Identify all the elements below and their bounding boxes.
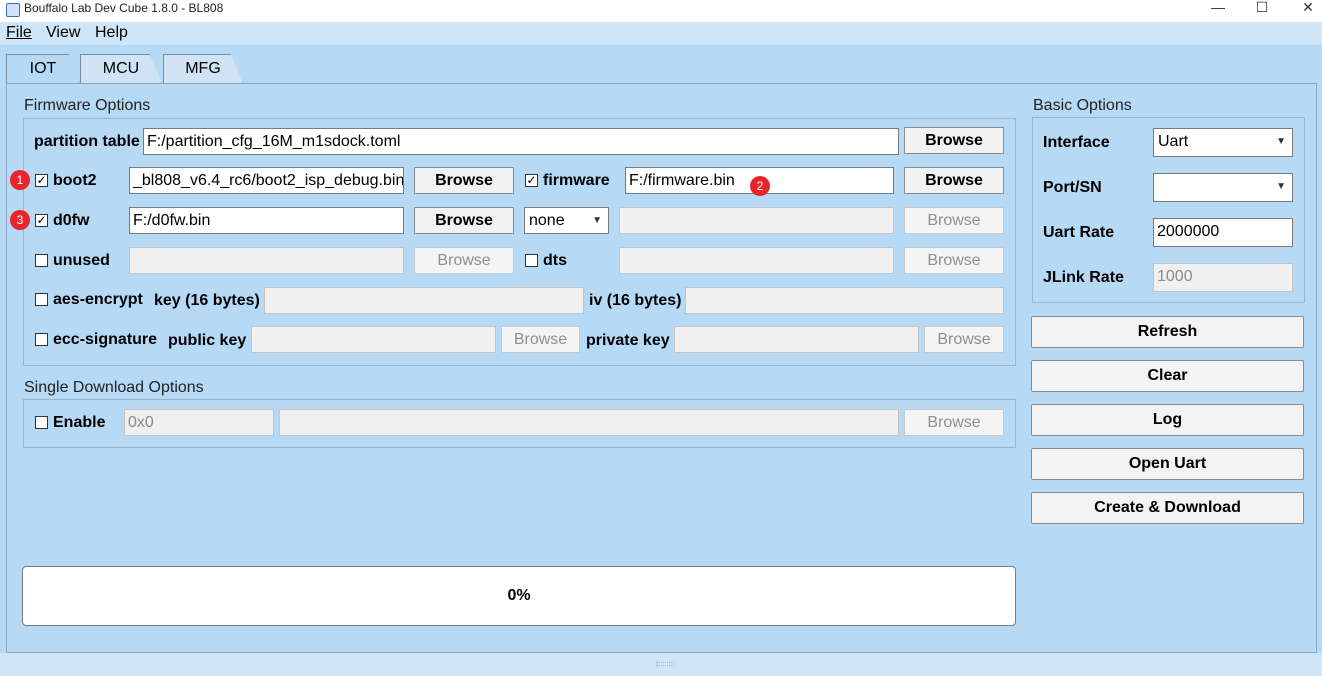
annotation-badge-1: 1	[10, 170, 30, 190]
jlink-rate-input[interactable]: 1000	[1153, 263, 1293, 292]
ecc-signature-label: ecc-signature	[53, 331, 158, 348]
tab-mcu[interactable]: MCU	[80, 54, 162, 84]
firmware-checkbox[interactable]: ✓	[525, 174, 538, 187]
menu-help[interactable]: Help	[95, 24, 128, 42]
create-download-button[interactable]: Create & Download	[1031, 492, 1304, 524]
partition-table-input[interactable]: F:/partition_cfg_16M_m1sdock.toml	[143, 128, 899, 155]
aes-iv-input[interactable]	[685, 287, 1004, 314]
dts-checkbox[interactable]	[525, 254, 538, 267]
aes-encrypt-checkbox[interactable]	[35, 293, 48, 306]
dts-browse-button[interactable]: Browse	[904, 247, 1004, 274]
basic-options-title: Basic Options	[1033, 97, 1132, 114]
core-select-value: none	[529, 212, 565, 229]
boot2-checkbox[interactable]: ✓	[35, 174, 48, 187]
port-sn-dropdown[interactable]: ▼	[1153, 173, 1293, 202]
core-select-path-input[interactable]	[619, 207, 894, 234]
core-select-dropdown[interactable]: none ▼	[524, 207, 609, 234]
single-download-enable-label: Enable	[53, 414, 106, 431]
interface-label: Interface	[1043, 134, 1110, 151]
d0fw-input[interactable]: F:/d0fw.bin	[129, 207, 404, 234]
private-key-input[interactable]	[674, 326, 919, 353]
tab-mfg[interactable]: MFG	[163, 54, 243, 84]
ecc-signature-checkbox[interactable]	[35, 333, 48, 346]
aes-key-label: key (16 bytes)	[154, 292, 260, 309]
port-sn-label: Port/SN	[1043, 179, 1102, 196]
chevron-down-icon: ▼	[592, 215, 602, 226]
open-uart-button[interactable]: Open Uart	[1031, 448, 1304, 480]
uart-rate-input[interactable]: 2000000	[1153, 218, 1293, 247]
tab-iot[interactable]: IOT	[6, 54, 80, 84]
refresh-button[interactable]: Refresh	[1031, 316, 1304, 348]
partition-table-browse-button[interactable]: Browse	[904, 127, 1004, 154]
dts-label: dts	[543, 252, 567, 269]
close-button[interactable]: ✕	[1290, 0, 1322, 20]
jlink-rate-label: JLink Rate	[1043, 269, 1124, 286]
firmware-browse-button[interactable]: Browse	[904, 167, 1004, 194]
d0fw-label: d0fw	[53, 212, 90, 229]
private-key-label: private key	[586, 332, 670, 349]
progress-text: 0%	[507, 587, 531, 604]
unused-checkbox[interactable]	[35, 254, 48, 267]
firmware-options-title: Firmware Options	[24, 97, 151, 114]
progress-bar: 0%	[22, 566, 1016, 626]
unused-browse-button[interactable]: Browse	[414, 247, 514, 274]
maximize-button[interactable]: ☐	[1244, 0, 1280, 20]
clear-button[interactable]: Clear	[1031, 360, 1304, 392]
single-download-title: Single Download Options	[24, 379, 204, 396]
menu-bar	[0, 22, 1322, 45]
dts-input[interactable]	[619, 247, 894, 274]
interface-value: Uart	[1158, 133, 1189, 150]
d0fw-checkbox[interactable]: ✓	[35, 214, 48, 227]
boot2-browse-button[interactable]: Browse	[414, 167, 514, 194]
single-download-browse-button[interactable]: Browse	[904, 409, 1004, 436]
private-key-browse-button[interactable]: Browse	[924, 326, 1004, 353]
single-download-enable-checkbox[interactable]	[35, 416, 48, 429]
resize-grip-icon[interactable]	[656, 662, 674, 666]
annotation-badge-3: 3	[10, 210, 30, 230]
boot2-label: boot2	[53, 172, 97, 189]
menu-view[interactable]: View	[46, 24, 80, 42]
aes-key-input[interactable]	[264, 287, 584, 314]
partition-table-label: partition table	[34, 133, 140, 150]
uart-rate-label: Uart Rate	[1043, 224, 1115, 241]
d0fw-browse-button[interactable]: Browse	[414, 207, 514, 234]
firmware-label: firmware	[543, 172, 610, 189]
unused-label: unused	[53, 252, 110, 269]
annotation-badge-2: 2	[750, 176, 770, 196]
menu-file[interactable]: File	[6, 24, 32, 42]
single-download-path-input[interactable]	[279, 409, 899, 436]
public-key-browse-button[interactable]: Browse	[501, 326, 580, 353]
minimize-button[interactable]: —	[1200, 0, 1236, 20]
interface-dropdown[interactable]: Uart ▼	[1153, 128, 1293, 157]
chevron-down-icon: ▼	[1276, 136, 1286, 147]
single-download-address-input[interactable]: 0x0	[124, 409, 274, 436]
window-title: Bouffalo Lab Dev Cube 1.8.0 - BL808	[24, 1, 224, 15]
log-button[interactable]: Log	[1031, 404, 1304, 436]
boot2-input[interactable]: _bl808_v6.4_rc6/boot2_isp_debug.bin	[129, 167, 404, 194]
public-key-label: public key	[168, 332, 247, 349]
aes-iv-label: iv (16 bytes)	[589, 292, 682, 309]
core-select-browse-button[interactable]: Browse	[904, 207, 1004, 234]
aes-encrypt-label: aes-encrypt	[53, 291, 143, 308]
app-icon	[6, 3, 20, 17]
chevron-down-icon: ▼	[1276, 181, 1286, 192]
unused-input[interactable]	[129, 247, 404, 274]
public-key-input[interactable]	[251, 326, 496, 353]
